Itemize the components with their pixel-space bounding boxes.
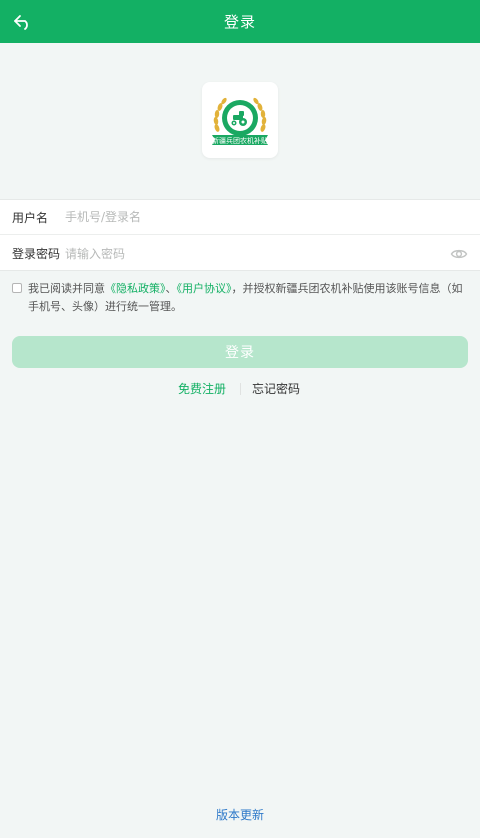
login-button[interactable]: 登录 [12,336,468,368]
username-input[interactable] [65,202,435,232]
app-logo: 新疆兵团农机补贴 [202,82,278,158]
username-row: 用户名 [0,200,480,235]
auth-links: 免费注册 忘记密码 [0,380,480,398]
agreement-checkbox[interactable] [12,283,22,293]
user-agreement-link[interactable]: 《用户协议》 [177,282,232,295]
eye-icon [450,249,468,259]
version-update-link[interactable]: 版本更新 [0,806,480,823]
password-row: 登录密码 [0,236,480,271]
back-arrow-icon [14,15,28,30]
password-input[interactable] [65,238,435,269]
login-form: 用户名 登录密码 [0,199,480,271]
agreement-prefix: 我已阅读并同意 [28,282,105,295]
privacy-policy-link[interactable]: 《隐私政策》 [105,282,166,295]
agreement-text: 我已阅读并同意《隐私政策》、《用户协议》，并授权新疆兵团农机补贴使用该账号信息（… [12,280,470,316]
top-bar: 登录 [0,0,480,43]
link-divider [240,383,241,395]
register-link[interactable]: 免费注册 [178,380,226,397]
forgot-password-link[interactable]: 忘记密码 [252,380,300,397]
agreement: 我已阅读并同意《隐私政策》、《用户协议》，并授权新疆兵团农机补贴使用该账号信息（… [12,280,470,316]
back-button[interactable] [8,7,38,37]
password-label: 登录密码 [12,247,61,261]
agreement-separator: 、 [165,282,177,295]
password-visibility-toggle[interactable] [450,245,468,263]
username-label: 用户名 [12,210,49,225]
page-title: 登录 [223,13,256,31]
logo-text: 新疆兵团农机补贴 [212,137,268,145]
